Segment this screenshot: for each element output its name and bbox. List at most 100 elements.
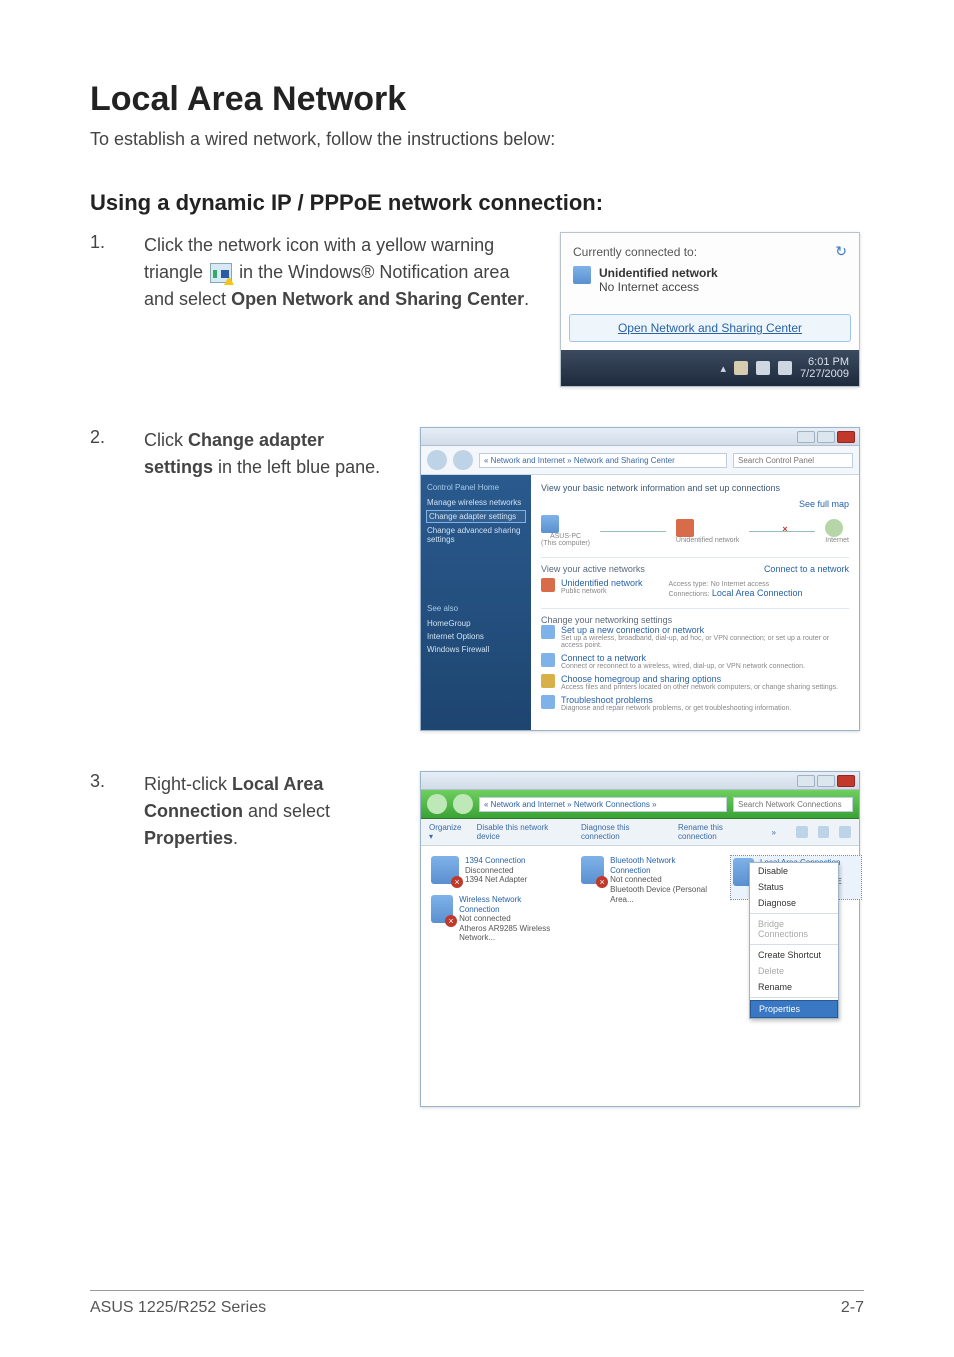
page-footer: ASUS 1225/R252 Series 2-7 xyxy=(90,1290,864,1317)
open-network-sharing-center-link[interactable]: Open Network and Sharing Center xyxy=(618,321,802,335)
ctx-separator xyxy=(750,944,838,945)
tb-organize[interactable]: Organize ▾ xyxy=(429,823,467,841)
step-number-1: 1. xyxy=(90,232,114,387)
ctx-diagnose[interactable]: Diagnose xyxy=(750,895,838,911)
step-3-bold2: Properties xyxy=(144,828,233,848)
setup-connection-icon xyxy=(541,625,555,639)
back-button-3[interactable] xyxy=(427,794,447,814)
connect-network-link[interactable]: Connect to a network xyxy=(561,653,805,663)
step-number-3: 3. xyxy=(90,771,114,1107)
address-bar-3[interactable]: « Network and Internet » Network Connect… xyxy=(479,797,727,812)
sidebar-item-change-adapter[interactable]: Change adapter settings xyxy=(427,511,525,522)
maximize-button[interactable] xyxy=(817,431,835,443)
intro-text: To establish a wired network, follow the… xyxy=(90,129,864,150)
ctx-shortcut[interactable]: Create Shortcut xyxy=(750,947,838,963)
conn2-status: Not connected xyxy=(610,875,711,885)
search-input-3[interactable] xyxy=(733,797,853,812)
tb-overflow[interactable]: » xyxy=(772,828,776,837)
step-2-text: Click Change adapter settings in the lef… xyxy=(144,427,390,731)
step-3-mid: and select xyxy=(243,801,330,821)
connection-bluetooth[interactable]: × Bluetooth Network Connection Not conne… xyxy=(581,856,711,904)
ctx-separator xyxy=(750,997,838,998)
action-center-icon[interactable] xyxy=(734,361,748,375)
adapter-icon: × xyxy=(431,895,453,923)
step-3-text: Right-click Local Area Connection and se… xyxy=(144,771,390,1107)
window-titlebar xyxy=(421,428,859,446)
search-input[interactable] xyxy=(733,453,853,468)
change-settings-head: Change your networking settings xyxy=(541,615,849,625)
disabled-x-icon: × xyxy=(445,915,457,927)
section-heading: Using a dynamic IP / PPPoE network conne… xyxy=(90,190,864,216)
sidebar-item-manage-wireless[interactable]: Manage wireless networks xyxy=(427,498,525,507)
context-menu: Disable Status Diagnose Bridge Connectio… xyxy=(749,862,839,1019)
internet-icon xyxy=(825,519,843,537)
active-networks-head: View your active networks xyxy=(541,564,645,574)
close-button[interactable] xyxy=(837,431,855,443)
ctx-separator xyxy=(750,913,838,914)
address-bar[interactable]: « Network and Internet » Network and Sha… xyxy=(479,453,727,468)
ctx-rename[interactable]: Rename xyxy=(750,979,838,995)
setup-connection-desc: Set up a wireless, broadband, dial-up, a… xyxy=(561,635,849,649)
connection-1394[interactable]: × 1394 Connection Disconnected 1394 Net … xyxy=(431,856,561,885)
unidentified-network-link[interactable]: Unidentified network xyxy=(561,578,643,588)
see-full-map-link[interactable]: See full map xyxy=(799,499,849,509)
forward-button-3[interactable] xyxy=(453,794,473,814)
sidebar-item-windows-firewall[interactable]: Windows Firewall xyxy=(427,645,525,654)
tb-disable[interactable]: Disable this network device xyxy=(477,823,571,841)
volume-icon[interactable] xyxy=(778,361,792,375)
troubleshoot-link[interactable]: Troubleshoot problems xyxy=(561,695,791,705)
maximize-button-3[interactable] xyxy=(817,775,835,787)
step-1-period: . xyxy=(524,289,529,309)
conn4-status: Not connected xyxy=(459,914,561,924)
computer-icon xyxy=(541,515,559,533)
connect-to-network-link[interactable]: Connect to a network xyxy=(764,564,849,574)
computer-sublabel: (This computer) xyxy=(541,540,590,547)
tray-clock[interactable]: 6:01 PM 7/27/2009 xyxy=(800,356,849,380)
page-title: Local Area Network xyxy=(90,80,864,119)
homegroup-icon xyxy=(541,674,555,688)
minimize-button-3[interactable] xyxy=(797,775,815,787)
ctx-bridge: Bridge Connections xyxy=(750,916,838,942)
troubleshoot-desc: Diagnose and repair network problems, or… xyxy=(561,705,791,712)
control-panel-home[interactable]: Control Panel Home xyxy=(427,483,525,492)
tb-rename[interactable]: Rename this connection xyxy=(678,823,762,841)
adapter-icon: × xyxy=(581,856,604,884)
window-titlebar-3 xyxy=(421,772,859,790)
homegroup-link[interactable]: Choose homegroup and sharing options xyxy=(561,674,838,684)
minimize-button[interactable] xyxy=(797,431,815,443)
network-warning-tray-icon xyxy=(210,263,232,283)
view-icon[interactable] xyxy=(796,826,808,838)
back-button[interactable] xyxy=(427,450,447,470)
connection-wireless[interactable]: × Wireless Network Connection Not connec… xyxy=(431,895,561,943)
show-hidden-icon[interactable]: ▴ xyxy=(721,362,727,375)
footer-left: ASUS 1225/R252 Series xyxy=(90,1299,266,1317)
tray-popup-screenshot: Currently connected to: ↻ Unidentified n… xyxy=(560,232,860,387)
footer-right: 2-7 xyxy=(841,1299,864,1317)
ctx-disable[interactable]: Disable xyxy=(750,863,838,879)
step-number-2: 2. xyxy=(90,427,114,731)
conn1-adapter: 1394 Net Adapter xyxy=(465,875,527,885)
ctx-properties[interactable]: Properties xyxy=(750,1000,838,1018)
network-tray-icon[interactable] xyxy=(756,361,770,375)
preview-icon[interactable] xyxy=(818,826,830,838)
sidebar-item-internet-options[interactable]: Internet Options xyxy=(427,632,525,641)
conn4-title: Wireless Network Connection xyxy=(459,895,561,914)
no-internet-access-label: No Internet access xyxy=(599,280,718,294)
conn1-status: Disconnected xyxy=(465,866,527,876)
sidebar-item-homegroup[interactable]: HomeGroup xyxy=(427,619,525,628)
close-button-3[interactable] xyxy=(837,775,855,787)
refresh-icon[interactable]: ↻ xyxy=(835,243,847,260)
see-also-label: See also xyxy=(427,604,525,613)
step-1-text: Click the network icon with a yellow war… xyxy=(144,232,530,387)
sidebar-item-advanced-sharing[interactable]: Change advanced sharing settings xyxy=(427,526,525,544)
lac-link[interactable]: Local Area Connection xyxy=(712,588,803,598)
help-icon[interactable] xyxy=(839,826,851,838)
homegroup-desc: Access files and printers located on oth… xyxy=(561,684,838,691)
forward-button[interactable] xyxy=(453,450,473,470)
tb-diagnose[interactable]: Diagnose this connection xyxy=(581,823,668,841)
setup-connection-link[interactable]: Set up a new connection or network xyxy=(561,625,849,635)
connect-network-desc: Connect or reconnect to a wireless, wire… xyxy=(561,663,805,670)
unidentified-network-label: Unidentified network xyxy=(599,266,718,280)
step-1-bold: Open Network and Sharing Center xyxy=(231,289,524,309)
ctx-status[interactable]: Status xyxy=(750,879,838,895)
